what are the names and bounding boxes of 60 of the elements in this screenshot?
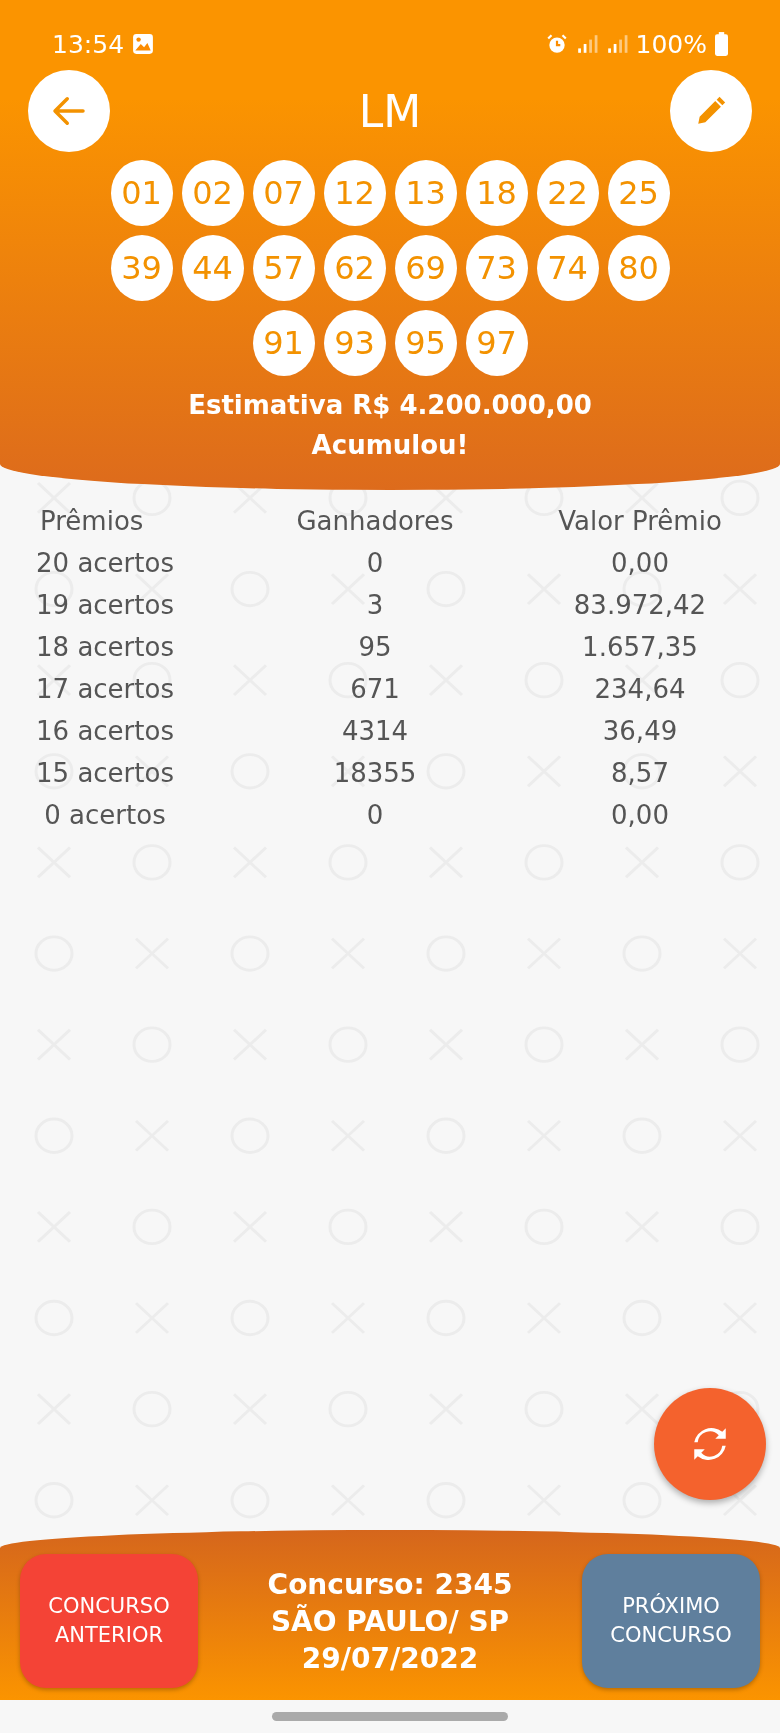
status-time: 13:54: [52, 29, 125, 59]
accumulated-note: Acumulou!: [311, 430, 469, 460]
table-cell-text: 1.657,35: [581, 632, 699, 662]
number-ball: 57: [252, 235, 315, 301]
number-ball: 80: [607, 235, 670, 301]
number-ball: 93: [323, 310, 386, 376]
number-ball: 12: [323, 160, 386, 226]
signal-icon: [605, 33, 628, 55]
column-header: Prêmios: [39, 506, 145, 536]
number-ball: 74: [536, 235, 599, 301]
number-ball: 39: [110, 235, 173, 301]
previous-contest-button[interactable]: CONCURSO ANTERIOR: [20, 1554, 198, 1688]
table-cell-text: 36,49: [601, 716, 679, 746]
battery-icon: [715, 32, 728, 56]
table-cell-text: 0,00: [610, 548, 670, 578]
number-ball: 02: [181, 160, 244, 226]
table-cell-text: 19 acertos: [35, 590, 175, 620]
image-icon: [132, 33, 155, 55]
table-cell-text: 0: [365, 800, 385, 830]
number-ball: 01: [110, 160, 173, 226]
lottery-title: LM: [358, 85, 422, 137]
table-cell-text: 16 acertos: [35, 716, 175, 746]
number-ball: 73: [465, 235, 528, 301]
table-cell-text: 17 acertos: [35, 674, 175, 704]
column-header: Valor Prêmio: [557, 506, 723, 536]
table-cell-text: 0,00: [610, 800, 670, 830]
number-ball: 97: [465, 310, 528, 376]
number-ball: 95: [394, 310, 457, 376]
battery-percentage: 100%: [635, 29, 707, 59]
alarm-icon: [545, 33, 568, 55]
contest-number: Concurso: 2345: [267, 1567, 513, 1601]
prize-estimate: Estimativa R$ 4.200.000,00: [188, 390, 592, 420]
number-ball: 25: [607, 160, 670, 226]
contest-date: 29/07/2022: [301, 1641, 479, 1675]
column-header: Ganhadores: [295, 506, 455, 536]
table-cell-text: 18 acertos: [35, 632, 175, 662]
refresh-button[interactable]: [654, 1388, 766, 1500]
signal-icon: [575, 33, 598, 55]
number-ball: 69: [394, 235, 457, 301]
contest-location: SÃO PAULO/ SP: [270, 1604, 510, 1638]
table-cell-text: 671: [349, 674, 401, 704]
number-ball: 07: [252, 160, 315, 226]
table-cell-text: 4314: [340, 716, 410, 746]
number-ball: 44: [181, 235, 244, 301]
number-ball: 22: [536, 160, 599, 226]
next-contest-button[interactable]: PRÓXIMO CONCURSO: [582, 1554, 760, 1688]
table-cell-text: 15 acertos: [35, 758, 175, 788]
table-cell-text: 8,57: [610, 758, 670, 788]
table-cell-text: 83.972,42: [572, 590, 708, 620]
table-cell-text: 0 acertos: [43, 800, 167, 830]
table-cell-text: 3: [365, 590, 385, 620]
table-cell-text: 0: [365, 548, 385, 578]
table-cell-text: 234,64: [593, 674, 687, 704]
table-cell-text: 95: [357, 632, 393, 662]
number-ball: 91: [252, 310, 315, 376]
number-ball: 18: [465, 160, 528, 226]
table-cell-text: 20 acertos: [35, 548, 175, 578]
number-ball: 13: [394, 160, 457, 226]
table-cell-text: 18355: [332, 758, 418, 788]
number-ball: 62: [323, 235, 386, 301]
